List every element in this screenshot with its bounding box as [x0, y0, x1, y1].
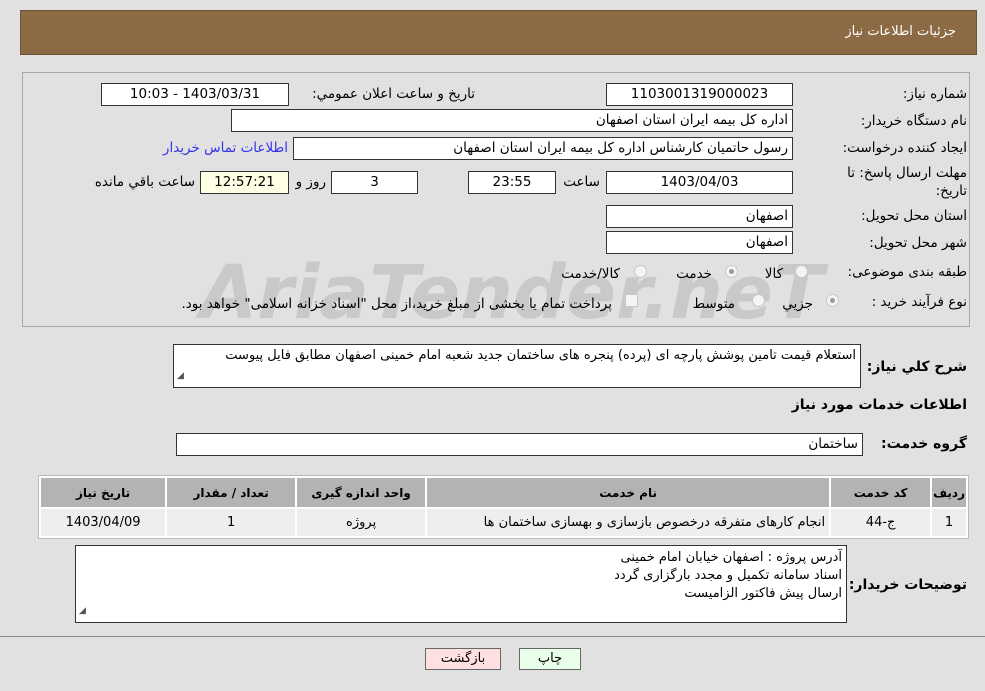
creator-label: ایجاد کننده درخواست:: [842, 140, 967, 156]
need-number-field: 1103001319000023: [606, 83, 793, 106]
cell-row: 1: [932, 509, 966, 536]
category-radio-goods[interactable]: [795, 265, 808, 278]
announce-label: تاريخ و ساعت اعلان عمومي:: [312, 86, 475, 102]
category-option-goods-service: کالا/خدمت: [561, 266, 620, 282]
process-radio-minor[interactable]: [826, 294, 839, 307]
treasury-checkbox[interactable]: [625, 294, 638, 307]
deadline-date-field: 1403/04/03: [606, 171, 793, 194]
payment-note: پرداخت تمام یا بخشی از مبلغ خرید،از محل …: [181, 296, 612, 312]
deadline-time-field: 23:55: [468, 171, 556, 194]
city-label: شهر محل تحویل:: [869, 235, 967, 251]
buyer-note-line: اسناد سامانه تکمیل و مجدد بارگزاری گردد: [614, 568, 842, 583]
buyer-note-line: ارسال پیش فاکتور الزامیست: [684, 586, 842, 601]
province-label: استان محل تحویل:: [861, 208, 967, 224]
col-date: تاریخ نیاز: [41, 478, 166, 507]
deadline-label: مهلت ارسال پاسخ: تا تاریخ:: [847, 165, 967, 199]
resize-grip-icon[interactable]: ◢: [79, 602, 86, 620]
remaining-label: ساعت باقي مانده: [94, 174, 195, 190]
process-option-minor: جزيي: [782, 296, 813, 312]
table-header-row: ردیف کد خدمت نام خدمت واحد اندازه گیری ت…: [41, 478, 966, 507]
category-option-service: خدمت: [676, 266, 712, 282]
table-row: 1 ج-44 انجام کارهای متفرقه درخصوص بازساز…: [41, 509, 966, 536]
watermark-logo: AriaTender.neT: [200, 250, 824, 336]
print-button[interactable]: چاپ: [519, 648, 581, 670]
buyer-org-label: نام دستگاه خریدار:: [860, 113, 967, 129]
category-radio-goods-service[interactable]: [634, 265, 647, 278]
province-field: اصفهان: [606, 205, 793, 228]
cell-date: 1403/04/09: [41, 509, 166, 536]
service-group-label: گروه خدمت:: [881, 436, 967, 452]
city-field: اصفهان: [606, 231, 793, 254]
buyer-note-line: آدرس پروژه : اصفهان خیابان امام خمینی: [620, 550, 842, 565]
back-button[interactable]: بازگشت: [425, 648, 501, 670]
process-label: نوع فرآیند خرید :: [871, 294, 967, 310]
need-number-label: شماره نیاز:: [902, 86, 967, 102]
col-code: کد خدمت: [831, 478, 931, 507]
category-label: طبقه بندی موضوعی:: [847, 264, 967, 280]
cell-code: ج-44: [831, 509, 931, 536]
buyer-notes-label: توضیحات خریدار:: [848, 577, 967, 593]
col-name: نام خدمت: [427, 478, 830, 507]
services-table: ردیف کد خدمت نام خدمت واحد اندازه گیری ت…: [38, 475, 969, 539]
category-option-goods: کالا: [764, 266, 783, 282]
category-radio-service[interactable]: [725, 265, 738, 278]
time-label: ساعت: [563, 174, 600, 190]
description-label: شرح کلي نیاز:: [866, 359, 967, 375]
process-option-medium: متوسط: [692, 296, 735, 312]
service-group-field: ساختمان: [176, 433, 863, 456]
page-header: جزئیات اطلاعات نیاز: [20, 10, 977, 55]
cell-name: انجام کارهای متفرقه درخصوص بازسازی و بهس…: [427, 509, 830, 536]
remaining-time-field: 12:57:21: [200, 171, 289, 194]
page-title: جزئیات اطلاعات نیاز: [845, 24, 956, 39]
resize-grip-icon[interactable]: ◢: [177, 367, 184, 385]
process-radio-medium[interactable]: [752, 294, 765, 307]
buyer-notes-textarea[interactable]: آدرس پروژه : اصفهان خیابان امام خمینی اس…: [75, 545, 847, 623]
cell-quantity: 1: [167, 509, 296, 536]
contact-info-link[interactable]: اطلاعات تماس خریدار: [163, 140, 288, 156]
description-textarea[interactable]: استعلام قیمت تامین پوشش پارچه ای (پرده) …: [173, 344, 861, 388]
col-quantity: تعداد / مقدار: [167, 478, 296, 507]
divider: [0, 636, 985, 637]
announce-field: 1403/03/31 - 10:03: [101, 83, 289, 106]
description-text: استعلام قیمت تامین پوشش پارچه ای (پرده) …: [225, 348, 856, 363]
col-unit: واحد اندازه گیری: [297, 478, 426, 507]
days-field: 3: [331, 171, 418, 194]
cell-unit: پروژه: [297, 509, 426, 536]
creator-field: رسول حاتمیان کارشناس اداره کل بیمه ایران…: [293, 137, 793, 160]
services-title: اطلاعات خدمات مورد نیاز: [791, 397, 967, 413]
col-row: ردیف: [932, 478, 966, 507]
buyer-org-field: اداره کل بیمه ایران استان اصفهان: [231, 109, 793, 132]
days-label: روز و: [295, 174, 326, 190]
